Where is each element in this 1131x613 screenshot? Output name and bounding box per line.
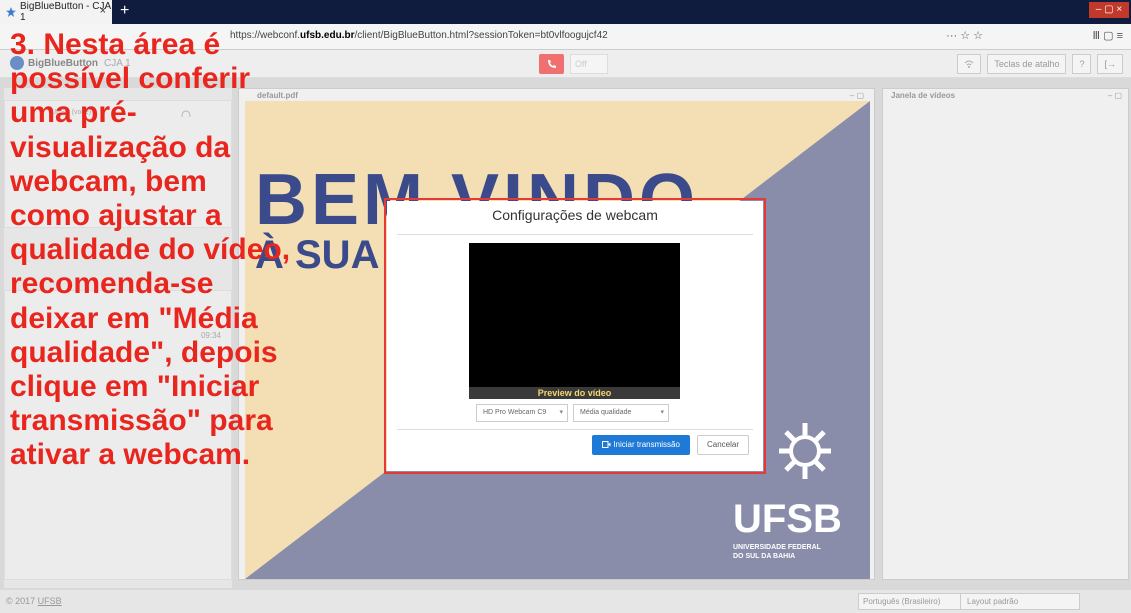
webcam-preview: Preview do vídeo xyxy=(469,243,680,399)
browser-tab-bar: BigBlueButton - CJA 1 × + – ▢ × xyxy=(0,0,1131,24)
library-icons[interactable]: Ⅲ ▢ ≡ xyxy=(1092,29,1123,42)
preview-label: Preview do vídeo xyxy=(469,387,680,399)
close-icon[interactable]: × xyxy=(100,5,106,17)
new-tab-button[interactable]: + xyxy=(120,2,129,20)
modal-title: Configurações de webcam xyxy=(492,207,658,223)
chevron-down-icon: ▾ xyxy=(660,409,664,416)
modal-divider xyxy=(397,234,753,235)
copyright-link[interactable]: UFSB xyxy=(38,596,62,606)
page-actions-icons[interactable]: ··· ☆ ☆ xyxy=(946,29,983,42)
logout-icon[interactable]: [→ xyxy=(1097,54,1123,74)
chevron-down-icon: ▾ xyxy=(559,409,563,416)
webcam-settings-modal: Configurações de webcam Preview do vídeo… xyxy=(387,201,763,471)
ufsb-emblem-icon xyxy=(779,423,831,479)
shortcuts-button[interactable]: Teclas de atalho xyxy=(987,54,1067,74)
video-panel-controls[interactable]: – ▢ xyxy=(1108,91,1122,100)
instruction-overlay: 3. Nesta área é possível conferir uma pr… xyxy=(10,28,291,472)
slide-university-name: UNIVERSIDADE FEDERAL DO SUL DA BAHIA xyxy=(733,544,821,560)
start-transmission-button[interactable]: Iniciar transmissão xyxy=(592,435,690,455)
slide-logo-text: UFSB xyxy=(733,497,842,541)
signal-icon[interactable] xyxy=(957,54,982,74)
video-panel: Janela de vídeos – ▢ xyxy=(882,88,1129,580)
panel-controls[interactable]: – ▢ xyxy=(850,91,864,100)
footer: © 2017 UFSB Português (Brasileiro) Layou… xyxy=(0,590,1131,613)
quality-select[interactable]: Média qualidade ▾ xyxy=(573,404,669,422)
language-select[interactable]: Português (Brasileiro) xyxy=(858,593,972,610)
camera-select[interactable]: HD Pro Webcam C9 ▾ xyxy=(476,404,568,422)
copyright: © 2017 UFSB xyxy=(6,596,62,606)
video-panel-title: Janela de vídeos xyxy=(891,91,956,100)
browser-tab[interactable]: BigBlueButton - CJA 1 × xyxy=(0,0,112,24)
layout-select[interactable]: Layout padrão xyxy=(960,593,1080,610)
mic-button[interactable]: Off xyxy=(570,54,608,74)
star-favicon-icon xyxy=(6,7,16,17)
phone-icon[interactable] xyxy=(539,54,564,74)
camera-icon xyxy=(602,440,613,449)
tab-title: BigBlueButton - CJA 1 xyxy=(20,1,111,23)
window-controls[interactable]: – ▢ × xyxy=(1089,2,1129,18)
help-icon[interactable]: ? xyxy=(1072,54,1092,74)
cancel-button[interactable]: Cancelar xyxy=(697,435,749,455)
modal-divider xyxy=(397,429,753,430)
